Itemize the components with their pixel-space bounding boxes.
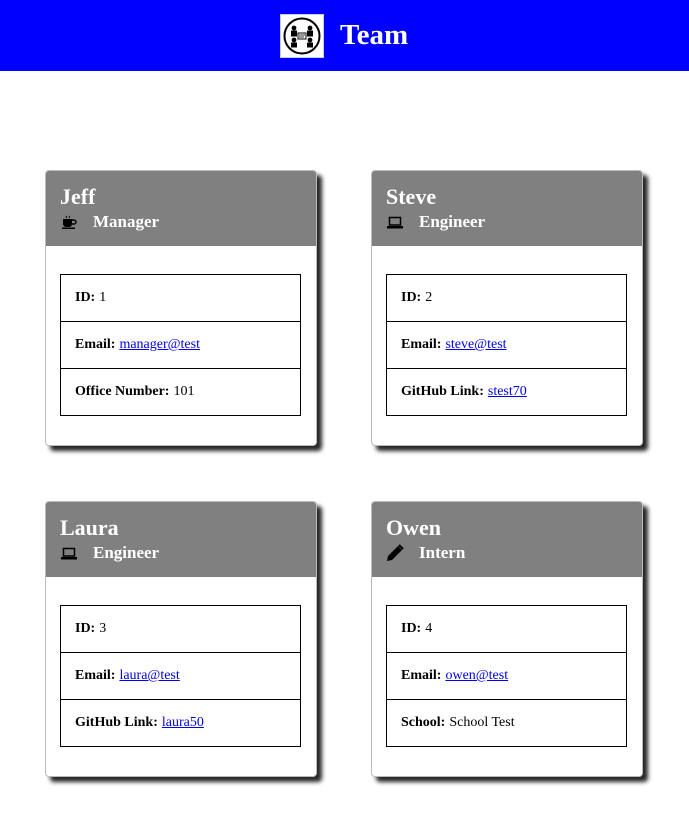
employee-role: Engineer [93, 543, 160, 562]
email-label: Email: [401, 668, 442, 683]
email-label: Email: [75, 668, 116, 683]
list-item: ID: 2 [386, 274, 627, 322]
id-label: ID: [401, 621, 422, 636]
employee-name: Jeff [60, 184, 96, 209]
employee-name: Laura [60, 515, 119, 540]
employee-card: Owen Intern ID: 4 Email: owen@test Schoo… [371, 501, 643, 777]
office-number-label: Office Number: [75, 384, 170, 399]
github-label: GitHub Link: [401, 384, 484, 399]
id-value: 4 [425, 621, 433, 636]
email-link[interactable]: manager@test [119, 336, 200, 354]
employee-card: Steve Engineer ID: 2 Email: steve@test G… [371, 170, 643, 446]
list-item: GitHub Link: stest70 [386, 368, 627, 416]
detail-list: ID: 4 Email: owen@test School: School Te… [386, 605, 627, 747]
school-value: School Test [449, 715, 515, 730]
list-item: Email: owen@test [386, 652, 627, 700]
email-link[interactable]: steve@test [445, 336, 506, 354]
list-item: ID: 3 [60, 605, 301, 653]
coffee-icon [60, 213, 78, 231]
github-link[interactable]: laura50 [162, 714, 204, 732]
employee-role: Manager [93, 212, 160, 231]
employee-name: Steve [386, 184, 437, 209]
list-item: Email: laura@test [60, 652, 301, 700]
id-label: ID: [75, 621, 96, 636]
employee-card: Jeff Manager ID: 1 Email: manager@test O… [45, 170, 317, 446]
employee-name: Owen [386, 515, 441, 540]
employee-role: Intern [419, 543, 466, 562]
detail-list: ID: 1 Email: manager@test Office Number:… [60, 274, 301, 416]
list-item: Email: steve@test [386, 321, 627, 369]
detail-list: ID: 2 Email: steve@test GitHub Link: ste… [386, 274, 627, 416]
pencil-icon [386, 544, 404, 562]
email-label: Email: [401, 337, 442, 352]
school-label: School: [401, 715, 446, 730]
id-value: 2 [425, 290, 433, 305]
list-item: ID: 4 [386, 605, 627, 653]
detail-list: ID: 3 Email: laura@test GitHub Link: lau… [60, 605, 301, 747]
laptop-icon [60, 544, 78, 562]
employee-role: Engineer [419, 212, 486, 231]
office-number-value: 101 [173, 384, 195, 399]
card-header: Jeff Manager [46, 171, 316, 246]
list-item: Office Number: 101 [60, 368, 301, 416]
id-label: ID: [401, 290, 422, 305]
card-header: Owen Intern [372, 502, 642, 577]
id-value: 1 [99, 290, 107, 305]
list-item: School: School Test [386, 699, 627, 747]
employee-card: Laura Engineer ID: 3 Email: laura@test G… [45, 501, 317, 777]
page-title: Team [340, 19, 409, 51]
card-header: Laura Engineer [46, 502, 316, 577]
list-item: Email: manager@test [60, 321, 301, 369]
github-label: GitHub Link: [75, 715, 158, 730]
email-label: Email: [75, 337, 116, 352]
team-meeting-icon [280, 14, 324, 58]
github-link[interactable]: stest70 [488, 383, 527, 401]
email-link[interactable]: laura@test [119, 667, 179, 685]
header-bar: Team [0, 0, 689, 71]
list-item: ID: 1 [60, 274, 301, 322]
list-item: GitHub Link: laura50 [60, 699, 301, 747]
id-value: 3 [99, 621, 107, 636]
card-header: Steve Engineer [372, 171, 642, 246]
email-link[interactable]: owen@test [445, 667, 508, 685]
id-label: ID: [75, 290, 96, 305]
laptop-icon [386, 213, 404, 231]
